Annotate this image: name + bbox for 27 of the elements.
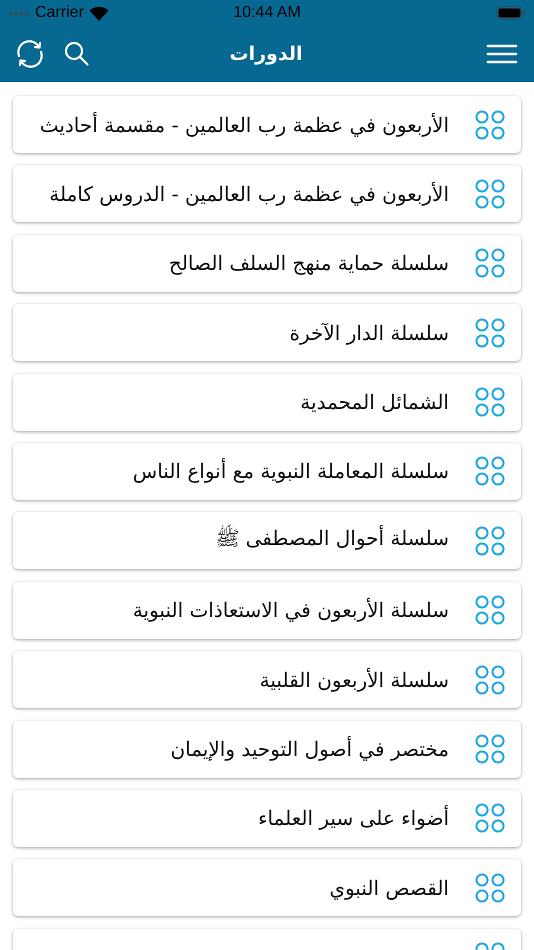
course-title: القصص النبوي xyxy=(329,876,449,900)
course-item[interactable]: سلسلة أحوال المصطفى ﷺ xyxy=(13,512,521,570)
course-title: الشمائل المحمدية xyxy=(300,390,449,414)
course-item[interactable]: سلسلة الدار الآخرة xyxy=(13,304,521,362)
course-title: مختصر في أصول التوحيد والإيمان xyxy=(170,737,449,762)
course-title: سلسلة الأربعون في الاستعاذات النبوية xyxy=(132,598,449,622)
course-title: أضواء على سير العلماء xyxy=(258,806,449,830)
course-title: سلسلة المعاملة النبوية مع أنواع الناس xyxy=(132,459,449,484)
course-item[interactable]: الأربعون في عظمة رب العالمين - الدروس كاملة xyxy=(13,165,521,222)
course-title: الأربعون في عظمة رب العالمين - مقسمة أحاديث xyxy=(40,112,449,136)
course-item[interactable]: سلسلة الأربعون القلبية xyxy=(13,651,521,708)
course-title: الأربعون في عظمة رب العالمين - الدروس كاملة xyxy=(49,182,449,206)
course-title: سلسلة الدار الآخرة xyxy=(290,320,449,345)
course-item[interactable]: مختصر في أصول التوحيد والإيمان xyxy=(13,720,521,778)
course-title: سلسلة الأربعون القلبية xyxy=(260,668,449,692)
course-item[interactable]: القصص النبوي xyxy=(13,859,521,916)
course-item[interactable]: سلسلة حماية منهج السلف الصالح xyxy=(13,234,521,292)
course-title: سلسلة حماية منهج السلف الصالح xyxy=(168,251,449,276)
page-title: الدورات xyxy=(230,43,302,65)
course-item[interactable]: سلسلة الأربعون في الاستعاذات النبوية xyxy=(13,582,521,639)
course-item[interactable]: أضواء على سير العلماء xyxy=(13,790,521,847)
course-item[interactable]: الأربعون في عظمة رب العالمين - مقسمة أحاديث xyxy=(13,96,521,153)
course-item[interactable]: الشمائل المحمدية xyxy=(13,374,521,431)
carrier-label: Carrier xyxy=(35,4,84,22)
course-item[interactable]: سلسلة المعاملة النبوية مع أنواع الناس xyxy=(13,442,521,500)
status-time: 10:44 AM xyxy=(233,4,301,22)
course-title: سلسلة أحوال المصطفى ﷺ xyxy=(215,526,449,552)
